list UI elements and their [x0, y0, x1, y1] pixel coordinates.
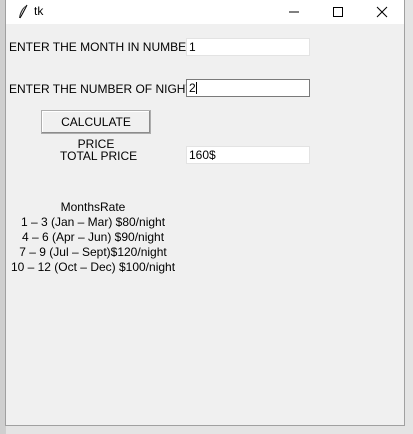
- close-icon: [376, 6, 388, 18]
- nights-input[interactable]: 2: [186, 79, 310, 97]
- minimize-button[interactable]: [272, 0, 316, 24]
- text-cursor: [195, 82, 197, 94]
- close-button[interactable]: [360, 0, 404, 24]
- rate-line: 7 – 9 (Jul – Sept)$120/night: [19, 245, 167, 259]
- total-price-field[interactable]: 160$: [186, 146, 310, 164]
- calculate-price-button[interactable]: CALCULATE PRICE: [41, 110, 151, 151]
- feather-icon: [17, 4, 29, 20]
- total-price-label: TOTAL PRICE: [60, 149, 138, 163]
- nights-input-value: 2: [189, 81, 196, 95]
- rates-table: MonthsRate 1 – 3 (Jan – Mar) $80/night 4…: [6, 200, 180, 275]
- window-title: tk: [34, 4, 44, 18]
- total-price-value: 160$: [189, 148, 216, 162]
- nights-label: ENTER THE NUMBER OF NIGHTS: [9, 82, 201, 96]
- month-input-value: 1: [189, 40, 196, 54]
- maximize-button[interactable]: [316, 0, 360, 24]
- rates-heading: MonthsRate: [60, 200, 126, 214]
- maximize-icon: [333, 7, 343, 17]
- rate-line: 10 – 12 (Oct – Dec) $100/night: [10, 260, 176, 274]
- month-label: ENTER THE MONTH IN NUMBER: [9, 40, 195, 54]
- title-bar[interactable]: tk: [6, 0, 404, 24]
- rate-line: 1 – 3 (Jan – Mar) $80/night: [20, 215, 166, 229]
- app-window: tk ENTER THE MONTH IN NUMBER 1 ENTER THE…: [5, 0, 405, 426]
- rate-line: 4 – 6 (Apr – Jun) $90/night: [21, 230, 165, 244]
- month-input[interactable]: 1: [186, 38, 310, 56]
- minimize-icon: [289, 11, 299, 13]
